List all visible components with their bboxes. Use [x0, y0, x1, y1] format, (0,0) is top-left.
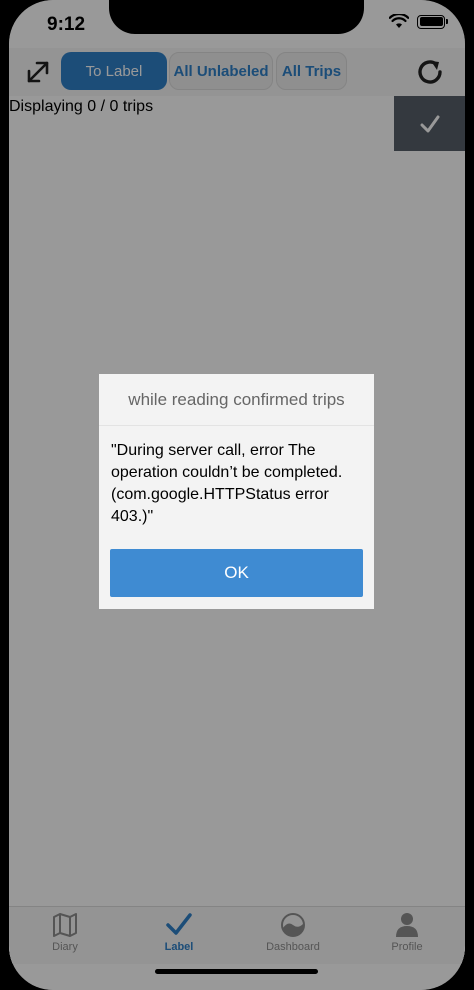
phone-screen: 9:12 To Label All Unlabeled All Trips Di… [9, 0, 465, 990]
dialog-title: while reading confirmed trips [99, 374, 374, 426]
error-dialog: while reading confirmed trips "During se… [99, 374, 374, 609]
ok-button[interactable]: OK [110, 549, 363, 597]
dialog-message: "During server call, error The operation… [111, 442, 343, 525]
